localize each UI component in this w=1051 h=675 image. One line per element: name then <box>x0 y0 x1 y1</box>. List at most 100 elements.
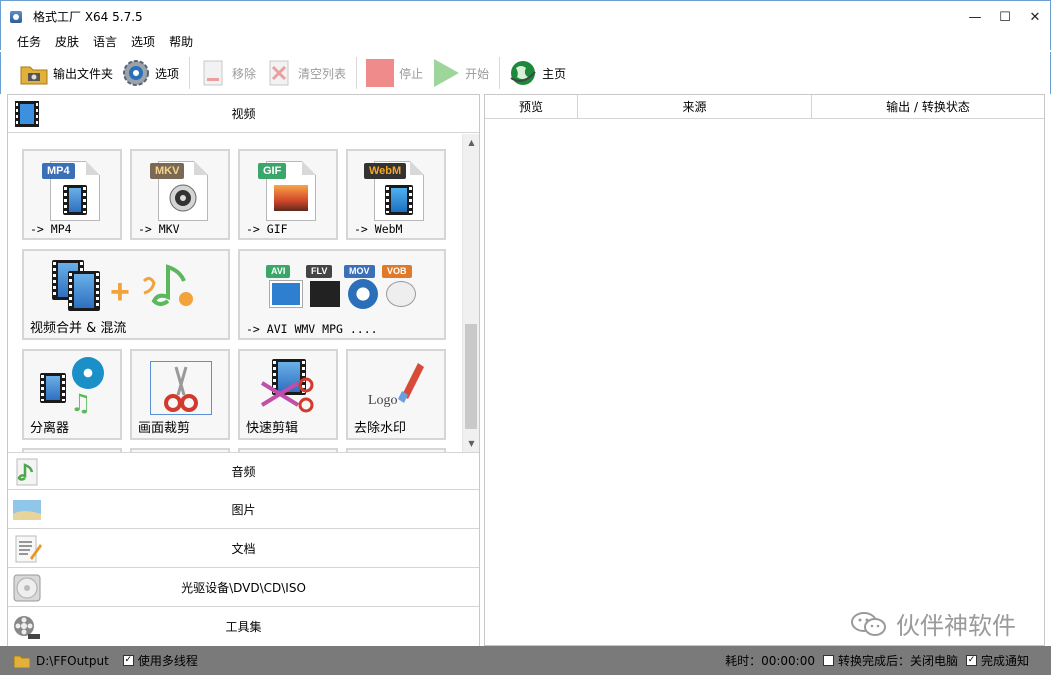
mp4-tag: MP4 <box>42 163 75 179</box>
tile-to-mkv-label: -> MKV <box>138 222 180 236</box>
output-folder-label: 输出文件夹 <box>53 66 114 81</box>
clear-list-button[interactable]: 清空列表 <box>264 56 346 90</box>
music-note-icon <box>138 261 198 311</box>
category-tools-label: 工具集 <box>225 620 262 634</box>
quicktime-icon <box>348 279 378 309</box>
scroll-thumb[interactable] <box>465 324 477 429</box>
mov-tag: MOV <box>344 265 375 278</box>
tile-crop[interactable]: 画面裁剪 <box>130 349 230 440</box>
sunset-image-icon <box>274 185 308 211</box>
category-document-label: 文档 <box>231 542 256 556</box>
plus-icon: + <box>110 273 130 311</box>
film-icon <box>63 185 87 215</box>
column-preview[interactable]: 预览 <box>485 95 578 119</box>
clear-list-icon <box>264 58 294 88</box>
avi-tag: AVI <box>266 265 291 278</box>
toolbar-separator <box>499 57 501 89</box>
toolbar-separator <box>356 57 358 89</box>
maximize-button[interactable]: ☐ <box>990 1 1020 33</box>
tile-to-webm-label: -> WebM <box>354 222 403 236</box>
multithread-checkbox[interactable]: ✓ 使用多线程 <box>122 652 198 669</box>
video-tool-grid: MP4 -> MP4 MKV -> MKV GIF -> GIF WebM ->… <box>8 134 462 452</box>
film-icon <box>40 373 66 403</box>
gear-icon <box>121 58 151 88</box>
notify-label: 完成通知 <box>980 654 1029 668</box>
play-icon <box>431 58 461 88</box>
options-button[interactable]: 选项 <box>121 56 179 90</box>
start-button[interactable]: 开始 <box>431 56 489 90</box>
category-tools[interactable]: 工具集 <box>8 608 479 646</box>
stop-button[interactable]: 停止 <box>365 56 423 90</box>
logo-text-icon: Logo <box>368 393 398 408</box>
task-list-panel[interactable]: 预览 来源 输出 / 转换状态 伙伴神软件 <box>484 94 1045 646</box>
output-folder-icon[interactable] <box>13 654 31 668</box>
category-disc[interactable]: 光驱设备\DVD\CD\ISO <box>8 569 479 607</box>
elapsed-time: 耗时：00:00:00 <box>725 652 815 669</box>
menu-help[interactable]: 帮助 <box>169 33 193 50</box>
tile-to-mp4[interactable]: MP4 -> MP4 <box>22 149 122 240</box>
window-title: 格式工厂 X64 5.7.5 <box>33 10 143 24</box>
notify-checkbox[interactable]: ✓ 完成通知 <box>965 652 1029 669</box>
checkmark-icon: ✓ <box>965 655 977 666</box>
category-picture[interactable]: 图片 <box>8 491 479 529</box>
tile-quick-clip[interactable]: 快速剪辑 <box>238 349 338 440</box>
tile-video-merge[interactable]: + 视频合并 & 混流 <box>22 249 230 340</box>
scissors-icon <box>158 365 204 413</box>
scissors-icon <box>258 375 322 415</box>
category-video[interactable]: 视频 <box>8 95 479 133</box>
category-audio[interactable]: 音频 <box>8 452 479 490</box>
scroll-down-icon[interactable]: ▼ <box>463 435 480 452</box>
webm-tag: WebM <box>364 163 407 179</box>
tile-to-webm[interactable]: WebM -> WebM <box>346 149 446 240</box>
menu-language[interactable]: 语言 <box>93 33 117 50</box>
music-note-icon: ♫ <box>70 389 92 417</box>
shutdown-after-checkbox[interactable]: 转换完成后：关闭电脑 <box>822 652 958 669</box>
checkbox-empty-icon <box>822 655 834 666</box>
avi-media-icon <box>270 281 302 307</box>
close-button[interactable]: ✕ <box>1020 1 1050 33</box>
home-button[interactable]: 主页 <box>508 56 566 90</box>
category-video-label: 视频 <box>231 107 256 121</box>
category-document[interactable]: 文档 <box>8 530 479 568</box>
toolbar: 输出文件夹 选项 移除 清空列表 停止 开始 主页 <box>0 52 1051 94</box>
column-output-status[interactable]: 输出 / 转换状态 <box>812 95 1044 119</box>
stop-label: 停止 <box>399 66 424 81</box>
tile-remove-watermark-label: 去除水印 <box>354 421 407 436</box>
toolbar-separator <box>189 57 191 89</box>
start-label: 开始 <box>465 66 490 81</box>
tile-splitter[interactable]: ♫ 分离器 <box>22 349 122 440</box>
output-folder-button[interactable]: 输出文件夹 <box>19 56 113 90</box>
minimize-button[interactable]: — <box>960 1 990 33</box>
clapperboard-icon <box>310 281 340 307</box>
column-source[interactable]: 来源 <box>578 95 812 119</box>
tile-to-other-formats-label: -> AVI WMV MPG .... <box>246 322 378 336</box>
menu-skin[interactable]: 皮肤 <box>55 33 79 50</box>
flv-tag: FLV <box>306 265 333 278</box>
output-path[interactable]: D:\FFOutput <box>36 654 109 668</box>
clear-list-label: 清空列表 <box>298 66 347 81</box>
tile-to-gif[interactable]: GIF -> GIF <box>238 149 338 240</box>
vob-tag: VOB <box>382 265 412 278</box>
task-list-header: 预览 来源 输出 / 转换状态 <box>485 95 1044 119</box>
remove-button[interactable]: 移除 <box>198 56 256 90</box>
film-icon <box>68 271 100 311</box>
watermark: 伙伴神软件 <box>850 606 1016 641</box>
scroll-up-icon[interactable]: ▲ <box>463 134 480 151</box>
menu-options[interactable]: 选项 <box>131 33 155 50</box>
tile-to-mp4-label: -> MP4 <box>30 222 72 236</box>
tile-to-mkv[interactable]: MKV -> MKV <box>130 149 230 240</box>
stop-icon <box>365 58 395 88</box>
category-audio-label: 音频 <box>231 465 256 479</box>
tile-crop-label: 画面裁剪 <box>138 421 191 436</box>
grid-scrollbar[interactable]: ▲ ▼ <box>462 134 479 452</box>
mkv-tag: MKV <box>150 163 185 179</box>
menu-task[interactable]: 任务 <box>17 33 41 50</box>
watermark-text: 伙伴神软件 <box>896 612 1016 640</box>
remove-doc-icon <box>198 58 228 88</box>
tile-video-merge-label: 视频合并 & 混流 <box>30 321 127 336</box>
category-disc-label: 光驱设备\DVD\CD\ISO <box>181 581 306 595</box>
film-reel-icon <box>72 357 104 389</box>
folder-icon <box>19 58 49 88</box>
tile-to-other-formats[interactable]: AVI FLV MOV VOB -> AVI WMV MPG .... <box>238 249 446 340</box>
tile-remove-watermark[interactable]: Logo 去除水印 <box>346 349 446 440</box>
